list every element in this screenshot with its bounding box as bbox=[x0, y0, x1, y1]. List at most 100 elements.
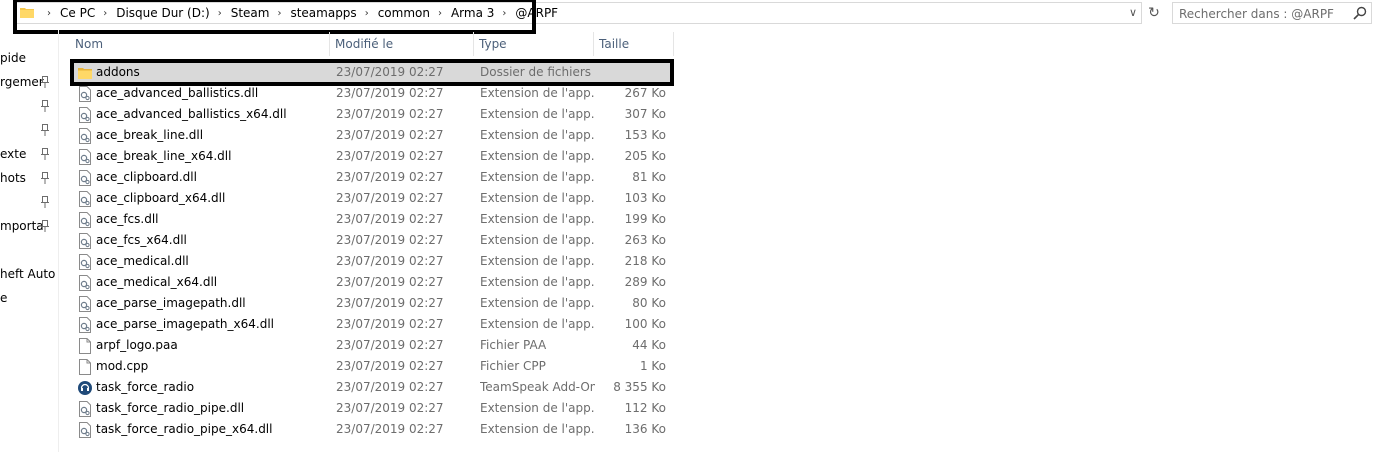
file-size: 8 355 Ko bbox=[613, 380, 666, 394]
column-header-type[interactable]: Type bbox=[474, 32, 594, 56]
file-size: 205 Ko bbox=[624, 149, 666, 163]
dll-file-icon bbox=[79, 275, 91, 291]
nav-item[interactable]: rgemer bbox=[0, 72, 49, 92]
dll-file-icon bbox=[79, 212, 91, 228]
file-name: ace_medical_x64.dll bbox=[96, 275, 218, 289]
file-row[interactable]: ace_advanced_ballistics_x64.dll 23/07/201… bbox=[70, 104, 674, 125]
file-row[interactable]: task_force_radio 23/07/2019 02:27 TeamSpea… bbox=[70, 377, 674, 398]
file-type: TeamSpeak Add-On bbox=[480, 380, 595, 394]
file-modified-date: 23/07/2019 02:27 bbox=[336, 338, 444, 352]
pin-icon[interactable] bbox=[40, 220, 50, 232]
file-type: Extension de l'app... bbox=[480, 128, 595, 142]
file-type: Extension de l'app... bbox=[480, 86, 595, 100]
file-row[interactable]: ace_fcs.dll 23/07/2019 02:27 Extension de … bbox=[70, 209, 674, 230]
file-row[interactable]: ace_parse_imagepath.dll 23/07/2019 02:27 E… bbox=[70, 293, 674, 314]
file-row[interactable]: task_force_radio_pipe_x64.dll 23/07/2019 … bbox=[70, 419, 674, 440]
file-name: ace_advanced_ballistics.dll bbox=[96, 86, 259, 100]
pin-icon[interactable] bbox=[40, 76, 50, 88]
file-modified-date: 23/07/2019 02:27 bbox=[336, 170, 444, 184]
file-type: Extension de l'app... bbox=[480, 191, 595, 205]
column-divider[interactable] bbox=[673, 32, 674, 56]
file-row[interactable]: task_force_radio_pipe.dll 23/07/2019 02:2… bbox=[70, 398, 674, 419]
file-modified-date: 23/07/2019 02:27 bbox=[336, 296, 444, 310]
file-name: ace_clipboard.dll bbox=[96, 170, 197, 184]
file-row[interactable]: ace_clipboard.dll 23/07/2019 02:27 Extensi… bbox=[70, 167, 674, 188]
file-row[interactable]: ace_medical_x64.dll 23/07/2019 02:27 Exten… bbox=[70, 272, 674, 293]
file-row[interactable]: ace_clipboard_x64.dll 23/07/2019 02:27 Ext… bbox=[70, 188, 674, 209]
file-name: ace_parse_imagepath_x64.dll bbox=[96, 317, 275, 331]
file-row[interactable]: ace_parse_imagepath_x64.dll 23/07/2019 02… bbox=[70, 314, 674, 335]
nav-item[interactable]: heft Auto bbox=[0, 264, 55, 284]
dll-file-icon bbox=[79, 401, 91, 417]
pin-icon[interactable] bbox=[40, 196, 50, 208]
file-modified-date: 23/07/2019 02:27 bbox=[336, 401, 444, 415]
pin-icon[interactable] bbox=[40, 172, 50, 184]
pin-icon[interactable] bbox=[40, 124, 50, 136]
file-modified-date: 23/07/2019 02:27 bbox=[336, 380, 444, 394]
nav-item-label: hots bbox=[0, 171, 26, 185]
file-row[interactable]: ace_advanced_ballistics.dll 23/07/2019 02… bbox=[70, 83, 674, 104]
column-header-size[interactable]: Taille bbox=[594, 32, 674, 56]
file-row[interactable]: ace_break_line.dll 23/07/2019 02:27 Extens… bbox=[70, 125, 674, 146]
file-type: Extension de l'app... bbox=[480, 170, 595, 184]
nav-item[interactable]: hots bbox=[0, 168, 49, 188]
nav-item-label: pide bbox=[0, 51, 26, 65]
search-box[interactable] bbox=[1172, 2, 1372, 24]
file-name: ace_break_line_x64.dll bbox=[96, 149, 232, 163]
selection-highlight-outline bbox=[70, 59, 674, 86]
file-name: ace_fcs_x64.dll bbox=[96, 233, 187, 247]
file-size: 218 Ko bbox=[624, 254, 666, 268]
file-size: 1 Ko bbox=[639, 359, 666, 373]
refresh-icon: ↻ bbox=[1148, 5, 1160, 21]
file-row[interactable]: arpf_logo.paa 23/07/2019 02:27 Fichier PAA… bbox=[70, 335, 674, 356]
nav-item-label: mporta bbox=[0, 219, 44, 233]
blank-file-icon bbox=[79, 359, 91, 375]
column-header-name[interactable]: Nom bbox=[70, 32, 330, 56]
nav-item-label: heft Auto bbox=[0, 267, 56, 281]
file-modified-date: 23/07/2019 02:27 bbox=[336, 149, 444, 163]
dll-file-icon bbox=[79, 233, 91, 249]
file-modified-date: 23/07/2019 02:27 bbox=[336, 254, 444, 268]
file-size: 289 Ko bbox=[624, 275, 666, 289]
file-type: Extension de l'app... bbox=[480, 422, 595, 436]
navigation-pane: pide rgemer exte hots mporta heft Auto e bbox=[0, 30, 59, 452]
file-type: Extension de l'app... bbox=[480, 401, 595, 415]
nav-item-label: e bbox=[0, 291, 8, 305]
dll-file-icon bbox=[79, 422, 91, 438]
file-size: 81 Ko bbox=[632, 170, 666, 184]
file-row[interactable]: mod.cpp 23/07/2019 02:27 Fichier CPP 1 Ko bbox=[70, 356, 674, 377]
search-icon[interactable] bbox=[1353, 6, 1367, 20]
nav-item[interactable]: mporta bbox=[0, 216, 49, 236]
dll-file-icon bbox=[79, 254, 91, 270]
nav-item[interactable]: exte bbox=[0, 144, 49, 164]
column-header-modified[interactable]: Modifié le bbox=[330, 32, 474, 56]
file-modified-date: 23/07/2019 02:27 bbox=[336, 317, 444, 331]
file-size: 263 Ko bbox=[624, 233, 666, 247]
file-name: ace_advanced_ballistics_x64.dll bbox=[96, 107, 287, 121]
file-row[interactable]: ace_fcs_x64.dll 23/07/2019 02:27 Extension… bbox=[70, 230, 674, 251]
blank-file-icon bbox=[79, 338, 91, 354]
file-name: mod.cpp bbox=[96, 359, 149, 373]
file-size: 153 Ko bbox=[624, 128, 666, 142]
search-input[interactable] bbox=[1177, 4, 1351, 24]
refresh-button[interactable]: ↻ bbox=[1144, 2, 1164, 24]
file-modified-date: 23/07/2019 02:27 bbox=[336, 128, 444, 142]
file-size: 100 Ko bbox=[624, 317, 666, 331]
dll-file-icon bbox=[79, 317, 91, 333]
file-size: 80 Ko bbox=[632, 296, 666, 310]
file-modified-date: 23/07/2019 02:27 bbox=[336, 233, 444, 247]
file-type: Extension de l'app... bbox=[480, 254, 595, 268]
nav-item-label: exte bbox=[0, 147, 27, 161]
file-row[interactable]: ace_medical.dll 23/07/2019 02:27 Extension… bbox=[70, 251, 674, 272]
dll-file-icon bbox=[79, 170, 91, 186]
dll-file-icon bbox=[79, 149, 91, 165]
pin-icon[interactable] bbox=[40, 148, 50, 160]
file-type: Extension de l'app... bbox=[480, 275, 595, 289]
nav-item[interactable]: e bbox=[0, 288, 7, 308]
file-row[interactable]: ace_break_line_x64.dll 23/07/2019 02:27 Ex… bbox=[70, 146, 674, 167]
nav-item[interactable]: pide bbox=[0, 48, 26, 68]
dll-file-icon bbox=[79, 107, 91, 123]
pin-icon[interactable] bbox=[40, 100, 50, 112]
chevron-down-icon[interactable]: ∨ bbox=[1129, 6, 1137, 19]
file-name: ace_clipboard_x64.dll bbox=[96, 191, 226, 205]
